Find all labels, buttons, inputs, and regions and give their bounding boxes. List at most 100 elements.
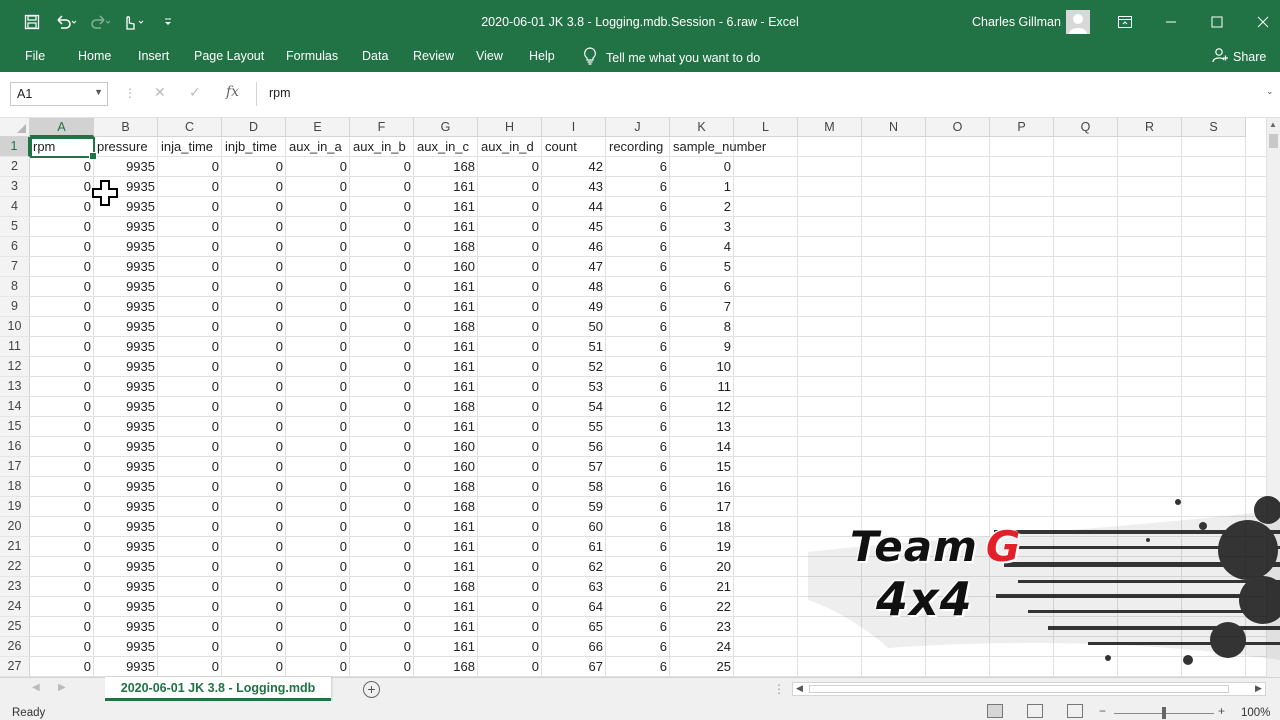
data-cell[interactable]: 9935 [94, 237, 158, 257]
row-header-26[interactable]: 26 [0, 637, 30, 657]
data-cell[interactable]: 0 [158, 397, 222, 417]
data-cell[interactable]: 161 [414, 517, 478, 537]
data-cell[interactable]: 0 [286, 297, 350, 317]
data-cell[interactable]: 0 [222, 197, 286, 217]
data-cell[interactable]: 0 [286, 277, 350, 297]
data-cell[interactable]: 0 [670, 157, 734, 177]
data-cell[interactable]: 6 [606, 597, 670, 617]
data-cell[interactable]: 0 [30, 397, 94, 417]
data-cell[interactable]: 0 [158, 157, 222, 177]
data-cell[interactable]: 0 [478, 297, 542, 317]
header-cell[interactable]: aux_in_b [350, 137, 414, 157]
data-cell[interactable]: 161 [414, 297, 478, 317]
data-cell[interactable]: 6 [606, 337, 670, 357]
header-cell[interactable]: recording [606, 137, 670, 157]
data-cell[interactable]: 42 [542, 157, 606, 177]
data-cell[interactable]: 0 [158, 377, 222, 397]
data-cell[interactable]: 161 [414, 637, 478, 657]
data-cell[interactable]: 0 [286, 597, 350, 617]
zoom-out-icon[interactable]: − [1099, 704, 1106, 718]
page-layout-view-icon[interactable] [1027, 704, 1043, 718]
data-cell[interactable]: 0 [350, 197, 414, 217]
header-cell[interactable]: aux_in_d [478, 137, 542, 157]
data-cell[interactable]: 168 [414, 157, 478, 177]
data-cell[interactable]: 0 [222, 557, 286, 577]
data-cell[interactable]: 6 [606, 177, 670, 197]
data-cell[interactable]: 9935 [94, 517, 158, 537]
data-cell[interactable]: 54 [542, 397, 606, 417]
data-cell[interactable]: 0 [350, 597, 414, 617]
data-cell[interactable]: 24 [670, 637, 734, 657]
data-cell[interactable]: 11 [670, 377, 734, 397]
data-cell[interactable]: 0 [158, 237, 222, 257]
data-cell[interactable]: 65 [542, 617, 606, 637]
data-cell[interactable]: 23 [670, 617, 734, 637]
data-cell[interactable]: 6 [670, 277, 734, 297]
data-cell[interactable]: 0 [30, 437, 94, 457]
row-header-15[interactable]: 15 [0, 417, 30, 437]
row-header-20[interactable]: 20 [0, 517, 30, 537]
data-cell[interactable]: 0 [286, 557, 350, 577]
row-header-16[interactable]: 16 [0, 437, 30, 457]
data-cell[interactable]: 0 [222, 317, 286, 337]
data-cell[interactable]: 0 [30, 337, 94, 357]
data-cell[interactable]: 0 [30, 537, 94, 557]
data-cell[interactable]: 161 [414, 617, 478, 637]
select-all-button[interactable] [0, 118, 30, 137]
data-cell[interactable]: 1 [670, 177, 734, 197]
data-cell[interactable]: 0 [478, 397, 542, 417]
data-cell[interactable]: 0 [286, 537, 350, 557]
column-header-a[interactable]: A [30, 118, 94, 137]
data-cell[interactable]: 0 [158, 577, 222, 597]
data-cell[interactable]: 0 [30, 577, 94, 597]
data-cell[interactable]: 15 [670, 457, 734, 477]
data-cell[interactable]: 0 [350, 577, 414, 597]
column-header-h[interactable]: H [478, 118, 542, 137]
data-cell[interactable]: 0 [478, 657, 542, 677]
column-header-j[interactable]: J [606, 118, 670, 137]
data-cell[interactable]: 0 [222, 297, 286, 317]
data-cell[interactable]: 6 [606, 537, 670, 557]
data-cell[interactable]: 0 [286, 457, 350, 477]
data-cell[interactable]: 0 [286, 617, 350, 637]
data-cell[interactable]: 0 [158, 477, 222, 497]
data-cell[interactable]: 0 [286, 577, 350, 597]
formula-input[interactable]: rpm [256, 82, 1268, 106]
share-button[interactable]: Share [1212, 47, 1266, 66]
data-cell[interactable]: 0 [30, 357, 94, 377]
column-header-b[interactable]: B [94, 118, 158, 137]
data-cell[interactable]: 0 [222, 617, 286, 637]
header-cell[interactable]: pressure [94, 137, 158, 157]
data-cell[interactable]: 0 [478, 217, 542, 237]
data-cell[interactable]: 9935 [94, 157, 158, 177]
data-cell[interactable]: 9935 [94, 537, 158, 557]
data-cell[interactable]: 7 [670, 297, 734, 317]
data-cell[interactable]: 0 [286, 437, 350, 457]
data-cell[interactable]: 0 [30, 517, 94, 537]
column-header-m[interactable]: M [798, 118, 862, 137]
data-cell[interactable]: 161 [414, 217, 478, 237]
data-cell[interactable]: 0 [350, 337, 414, 357]
vertical-scroll-thumb[interactable] [1269, 134, 1278, 148]
row-header-13[interactable]: 13 [0, 377, 30, 397]
data-cell[interactable]: 2 [670, 197, 734, 217]
column-header-f[interactable]: F [350, 118, 414, 137]
sheet-tab-active[interactable]: 2020-06-01 JK 3.8 - Logging.mdb [105, 677, 331, 701]
data-cell[interactable]: 161 [414, 357, 478, 377]
data-cell[interactable]: 0 [222, 397, 286, 417]
data-cell[interactable]: 0 [30, 297, 94, 317]
data-cell[interactable]: 50 [542, 317, 606, 337]
data-cell[interactable]: 0 [350, 477, 414, 497]
data-cell[interactable]: 168 [414, 397, 478, 417]
row-header-22[interactable]: 22 [0, 557, 30, 577]
data-cell[interactable]: 160 [414, 457, 478, 477]
data-cell[interactable]: 0 [222, 277, 286, 297]
tab-insert[interactable]: Insert [138, 49, 169, 63]
data-cell[interactable]: 0 [478, 277, 542, 297]
data-cell[interactable]: 22 [670, 597, 734, 617]
row-header-12[interactable]: 12 [0, 357, 30, 377]
data-cell[interactable]: 0 [222, 497, 286, 517]
data-cell[interactable]: 0 [158, 337, 222, 357]
data-cell[interactable]: 0 [30, 197, 94, 217]
spreadsheet-grid[interactable]: A B C D E F G H I J K L M N O P Q R S 1 2 3 4 5 6 7 8 9 10 11 12 13 14 15… [0, 118, 1266, 677]
